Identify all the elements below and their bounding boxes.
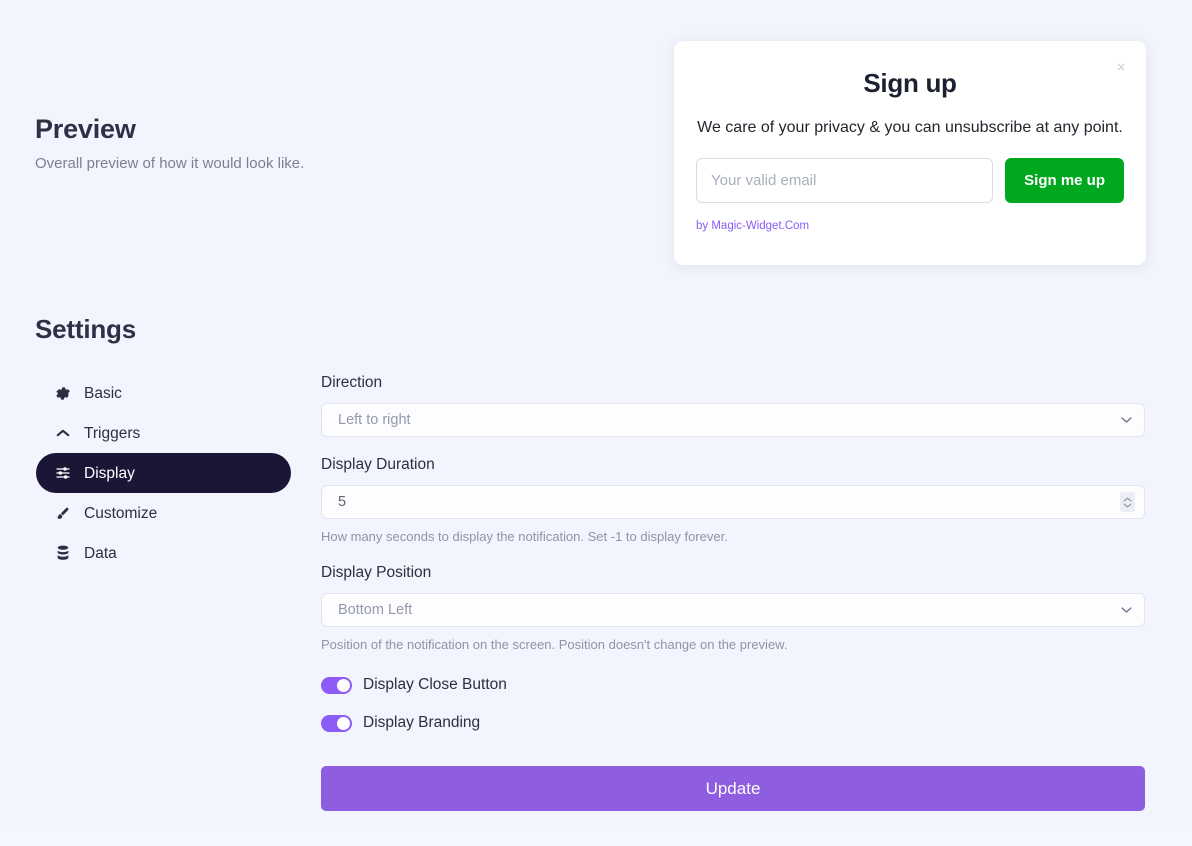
page-subtitle: Overall preview of how it would look lik…	[35, 155, 305, 172]
display-position-help: Position of the notification on the scre…	[321, 637, 788, 652]
signup-title: Sign up	[863, 68, 957, 98]
settings-form: Direction Left to right Display Duration…	[321, 373, 1145, 811]
sidebar-item-basic[interactable]: Basic	[36, 373, 291, 413]
sidebar-item-data[interactable]: Data	[36, 533, 291, 573]
toggle-knob	[337, 678, 350, 692]
display-duration-value: 5	[338, 494, 347, 510]
direction-selected-value: Left to right	[338, 412, 411, 428]
display-position-label: Display Position	[321, 564, 432, 581]
sidebar-item-customize[interactable]: Customize	[36, 493, 291, 533]
display-position-selected-value: Bottom Left	[338, 602, 413, 618]
chevron-up-icon	[54, 425, 71, 442]
sliders-icon	[54, 465, 71, 482]
database-icon	[54, 545, 71, 562]
display-duration-control: 5	[321, 485, 1145, 519]
display-position-control: Bottom Left	[321, 593, 1145, 627]
preview-section-header: Preview Overall preview of how it would …	[35, 112, 595, 174]
display-close-button-toggle[interactable]	[321, 676, 352, 694]
quantity-stepper[interactable]	[1120, 492, 1135, 512]
display-branding-toggle[interactable]	[321, 714, 352, 732]
field-display-position: Display Position Bottom Left Position of…	[321, 563, 1145, 653]
sidebar-item-label: Basic	[84, 384, 122, 402]
signup-preview-card: × Sign up We care of your privacy & you …	[674, 41, 1146, 265]
toggle-knob	[337, 716, 350, 730]
gear-icon	[54, 385, 71, 402]
display-branding-label: Display Branding	[363, 714, 481, 731]
field-display-close-button: Display Close Button	[321, 671, 1145, 699]
signup-form: Sign me up	[696, 158, 1124, 203]
email-field[interactable]	[696, 158, 994, 203]
update-button[interactable]: Update	[321, 766, 1145, 811]
page-title: Preview	[35, 114, 136, 144]
display-duration-help: How many seconds to display the notifica…	[321, 529, 728, 544]
direction-control: Left to right	[321, 403, 1145, 437]
sidebar-item-label: Customize	[84, 504, 158, 522]
signup-description: We care of your privacy & you can unsubs…	[697, 119, 1123, 136]
sidebar-item-display[interactable]: Display	[36, 453, 291, 493]
close-icon[interactable]: ×	[1113, 60, 1129, 76]
settings-title: Settings	[35, 314, 136, 344]
branding-link[interactable]: by Magic-Widget.Com	[696, 220, 809, 232]
direction-select[interactable]: Left to right	[321, 403, 1145, 437]
paintbrush-icon	[54, 505, 71, 522]
app-page: Preview Overall preview of how it would …	[0, 0, 1192, 846]
display-position-select[interactable]: Bottom Left	[321, 593, 1145, 627]
display-duration-label: Display Duration	[321, 456, 435, 473]
sign-me-up-button[interactable]: Sign me up	[1005, 158, 1124, 203]
field-display-branding: Display Branding	[321, 709, 1145, 737]
direction-label: Direction	[321, 374, 383, 391]
display-duration-input[interactable]: 5	[321, 485, 1145, 519]
settings-sidebar: Basic Triggers Display Customize Data	[36, 373, 291, 573]
field-direction: Direction Left to right	[321, 373, 1145, 437]
sidebar-item-triggers[interactable]: Triggers	[36, 413, 291, 453]
sidebar-item-label: Triggers	[84, 424, 141, 442]
sidebar-item-label: Display	[84, 464, 135, 482]
field-display-duration: Display Duration 5 How many seconds to d…	[321, 455, 1145, 545]
sidebar-item-label: Data	[84, 544, 117, 562]
page-bottom-strip	[0, 832, 1192, 846]
display-close-button-label: Display Close Button	[363, 676, 507, 693]
